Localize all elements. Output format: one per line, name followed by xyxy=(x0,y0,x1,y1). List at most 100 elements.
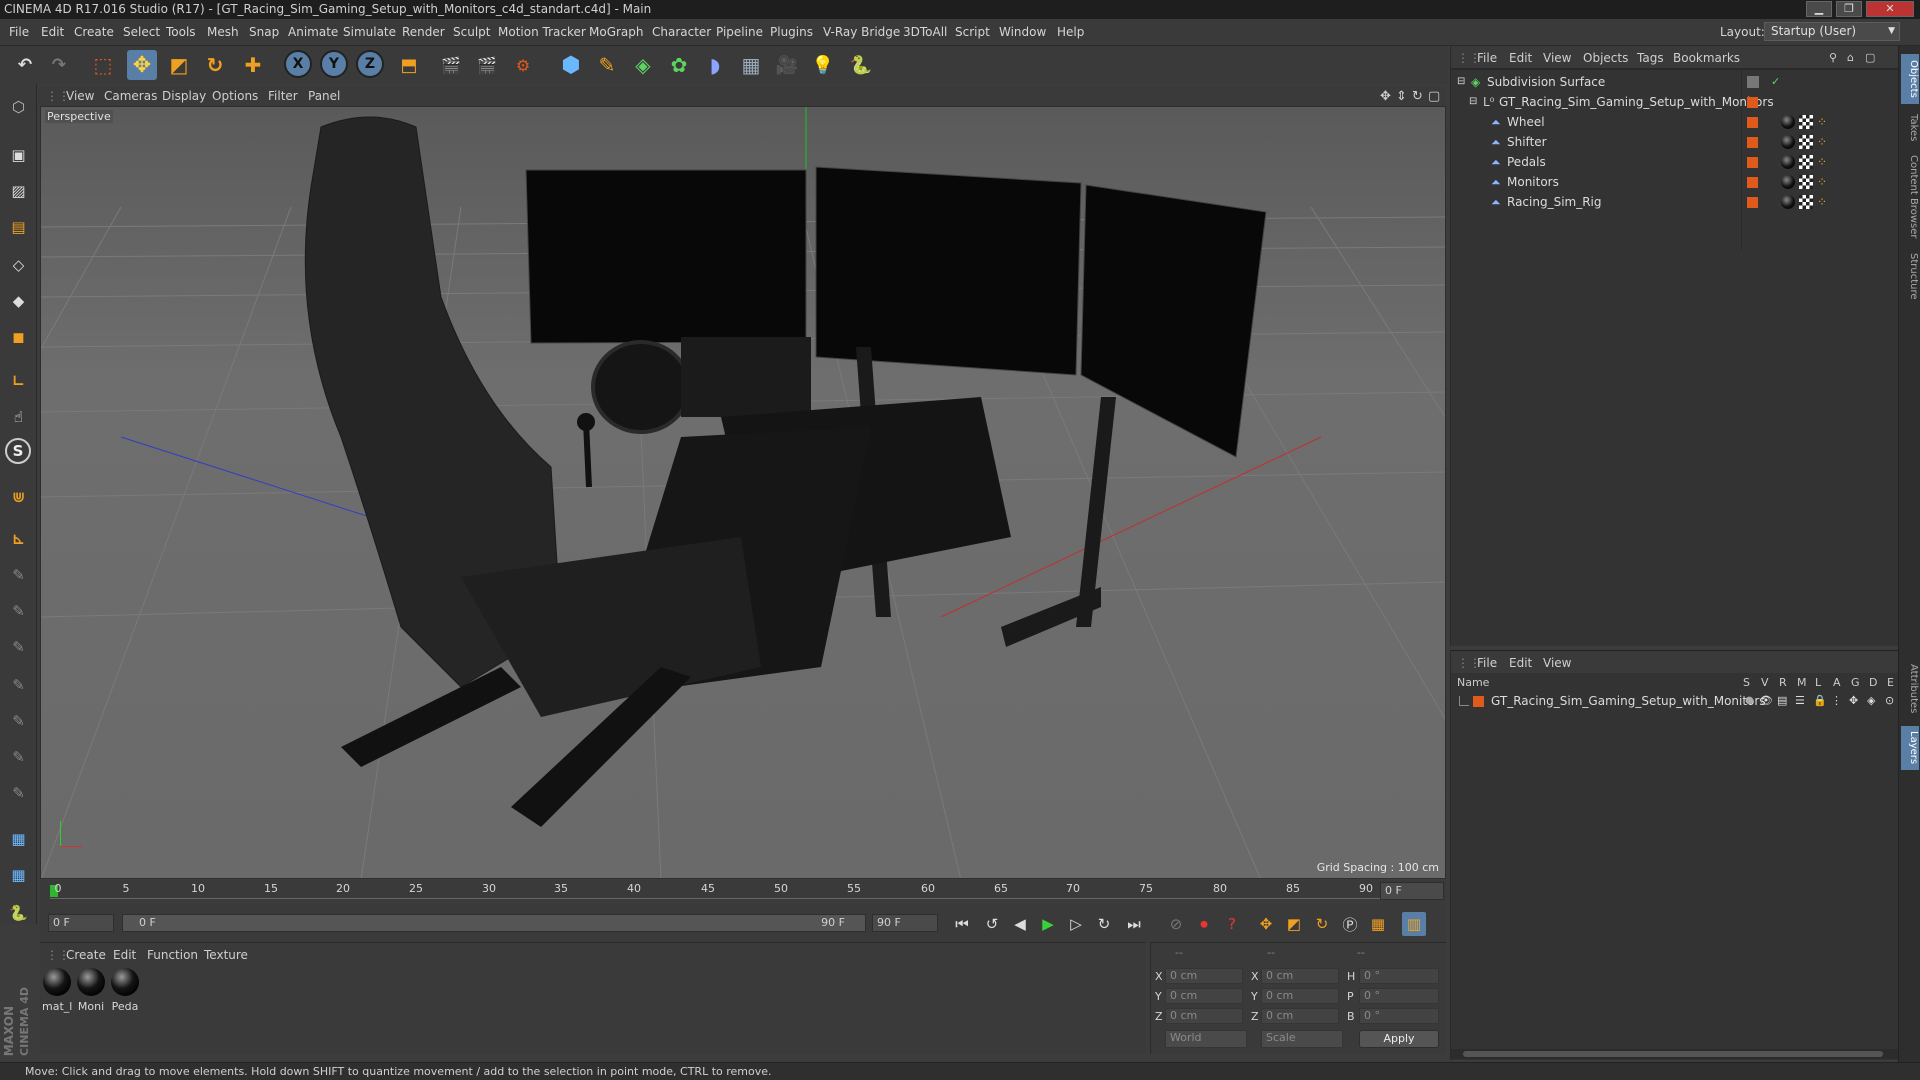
end-frame-field[interactable]: 90 F xyxy=(872,914,938,932)
viewport-maximize-icon[interactable]: ▢ xyxy=(1428,89,1440,104)
make-editable-icon[interactable]: ⬡ xyxy=(3,92,34,122)
perspective-viewport[interactable]: Perspective Grid Spacing : 100 cm xyxy=(40,106,1446,879)
material-menu-texture[interactable]: Texture xyxy=(204,948,248,962)
axis-mode-icon[interactable]: ∟ xyxy=(3,366,34,396)
tab-objects[interactable]: Objects xyxy=(1901,54,1919,104)
key-pla-icon[interactable]: ▦ xyxy=(1366,912,1390,936)
material-swatch-peda[interactable]: Peda xyxy=(110,968,140,1016)
pos-y-field[interactable]: 0 cm xyxy=(1165,988,1243,1004)
timeline-ruler[interactable]: 0 5 10 15 20 25 30 35 40 45 50 55 60 65 … xyxy=(40,880,1446,902)
tab-attributes[interactable]: Attributes xyxy=(1901,656,1919,722)
layout-dropdown[interactable]: Startup (User) ▼ xyxy=(1764,22,1900,41)
layer-row[interactable]: GT_Racing_Sim_Gaming_Setup_with_Monitors… xyxy=(1451,691,1899,711)
solo-icon[interactable]: ● xyxy=(1745,691,1754,711)
y-axis-lock-icon[interactable]: Y xyxy=(320,50,348,78)
animation-icon[interactable]: ⋮ xyxy=(1831,691,1842,711)
camera-icon[interactable]: 🎥 xyxy=(772,50,802,80)
col-g[interactable]: G xyxy=(1851,676,1860,689)
points-mode-icon[interactable]: ◇ xyxy=(3,250,34,280)
selection-tag-icon[interactable]: ⁘ xyxy=(1817,195,1831,209)
record-keys-icon[interactable]: ⊘ xyxy=(1164,912,1188,936)
viewport-menu-display[interactable]: Display xyxy=(162,89,206,103)
workplane-icon[interactable]: ▦ xyxy=(3,860,34,890)
grid-lock-icon[interactable]: ▦ xyxy=(3,824,34,854)
rot-h-field[interactable]: 0 ° xyxy=(1359,968,1439,984)
key-rotation-icon[interactable]: ↻ xyxy=(1310,912,1334,936)
size-x-field[interactable]: 0 cm xyxy=(1261,968,1339,984)
next-key-icon[interactable]: ↻ xyxy=(1092,912,1116,936)
deformers-icon[interactable]: ◈ xyxy=(1867,691,1875,711)
layer-color-dot[interactable] xyxy=(1747,117,1758,128)
tab-takes[interactable]: Takes xyxy=(1901,108,1919,148)
menu-script[interactable]: Script xyxy=(955,25,990,39)
viewport-menu-filter[interactable]: Filter xyxy=(268,89,298,103)
object-row-wheel[interactable]: ⏶ Wheel ⁘ xyxy=(1451,112,1899,132)
col-s[interactable]: S xyxy=(1743,676,1750,689)
snap-icon[interactable]: S xyxy=(5,438,31,464)
viewport-zoom-icon[interactable]: ⇕ xyxy=(1396,89,1407,104)
rot-p-field[interactable]: 0 ° xyxy=(1359,988,1439,1004)
material-tag-icon[interactable] xyxy=(1781,195,1795,209)
menu-mesh[interactable]: Mesh xyxy=(207,25,239,39)
uvw-tag-icon[interactable] xyxy=(1799,115,1813,129)
coordinate-system-icon[interactable]: ⬒ xyxy=(394,50,424,80)
key-position-icon[interactable]: ✥ xyxy=(1254,912,1278,936)
material-swatch-moni[interactable]: Moni xyxy=(76,968,106,1016)
previous-frame-icon[interactable]: ◀ xyxy=(1008,912,1032,936)
obj-menu-objects[interactable]: Objects xyxy=(1583,51,1628,65)
col-r[interactable]: R xyxy=(1779,676,1787,689)
frame-range-slider[interactable]: 0 F 90 F xyxy=(122,914,866,932)
enabled-check-icon[interactable]: ✓ xyxy=(1771,72,1780,92)
floor-icon[interactable]: ▦ xyxy=(736,50,766,80)
menu-simulate[interactable]: Simulate xyxy=(343,25,396,39)
redo-icon[interactable]: ↷ xyxy=(44,50,74,80)
coord-system-dropdown[interactable]: World xyxy=(1165,1030,1247,1048)
col-d[interactable]: D xyxy=(1869,676,1877,689)
col-v[interactable]: V xyxy=(1761,676,1769,689)
col-name[interactable]: Name xyxy=(1457,676,1489,689)
menu-motion-tracker[interactable]: Motion Tracker xyxy=(498,25,586,39)
size-y-field[interactable]: 0 cm xyxy=(1261,988,1339,1004)
start-frame-field[interactable]: 0 F xyxy=(48,914,114,932)
menu-sculpt[interactable]: Sculpt xyxy=(453,25,490,39)
subdivision-generator-icon[interactable]: ◈ xyxy=(628,50,658,80)
menu-vray-bridge[interactable]: V-Ray Bridge xyxy=(823,25,900,39)
material-menu-edit[interactable]: Edit xyxy=(113,948,136,962)
tab-layers[interactable]: Layers xyxy=(1901,726,1919,770)
obj-menu-view[interactable]: View xyxy=(1543,51,1571,65)
tab-content-browser[interactable]: Content Browser xyxy=(1901,152,1919,242)
play-icon[interactable]: ▶ xyxy=(1036,912,1060,936)
menu-plugins[interactable]: Plugins xyxy=(770,25,813,39)
render-icon[interactable]: ▤ xyxy=(1777,691,1787,711)
pos-x-field[interactable]: 0 cm xyxy=(1165,968,1243,984)
model-mode-icon[interactable]: ▣ xyxy=(3,140,34,170)
viewport-move-icon[interactable]: ✥ xyxy=(1380,89,1391,104)
workplane-mode-icon[interactable]: ▤ xyxy=(3,212,34,242)
live-selection-icon[interactable]: ⬚ xyxy=(88,50,118,80)
tab-structure[interactable]: Structure xyxy=(1901,246,1919,306)
selection-tag-icon[interactable]: ⁘ xyxy=(1817,155,1831,169)
viewport-menu-options[interactable]: Options xyxy=(212,89,258,103)
size-z-field[interactable]: 0 cm xyxy=(1261,1008,1339,1024)
material-swatch-mat[interactable]: mat_l xyxy=(42,968,72,1016)
scrollbar-thumb[interactable] xyxy=(1463,1051,1883,1057)
cube-object-icon[interactable]: ⬢ xyxy=(556,50,586,80)
layer-color-dot[interactable] xyxy=(1747,137,1758,148)
material-menu-function[interactable]: Function xyxy=(147,948,198,962)
object-row-subdivision-surface[interactable]: ⊟ ◈ Subdivision Surface ✓ xyxy=(1451,72,1899,92)
python-icon[interactable]: 🐍 xyxy=(846,50,876,80)
material-tag-icon[interactable] xyxy=(1781,135,1795,149)
layer-color-dot[interactable] xyxy=(1747,177,1758,188)
viewport-menu-cameras[interactable]: Cameras xyxy=(104,89,157,103)
object-row-racing-sim-rig[interactable]: ⏶ Racing_Sim_Rig ⁘ xyxy=(1451,192,1899,212)
obj-menu-file[interactable]: File xyxy=(1477,51,1497,65)
edges-mode-icon[interactable]: ◆ xyxy=(3,286,34,316)
light-icon[interactable]: 💡 xyxy=(808,50,838,80)
close-button[interactable]: ✕ xyxy=(1866,1,1914,17)
col-m[interactable]: M xyxy=(1797,676,1807,689)
generators-icon[interactable]: ✥ xyxy=(1849,691,1858,711)
layer-color-dot[interactable] xyxy=(1747,197,1758,208)
uvw-tag-icon[interactable] xyxy=(1799,175,1813,189)
obj-menu-tags[interactable]: Tags xyxy=(1637,51,1664,65)
material-tag-icon[interactable] xyxy=(1781,115,1795,129)
